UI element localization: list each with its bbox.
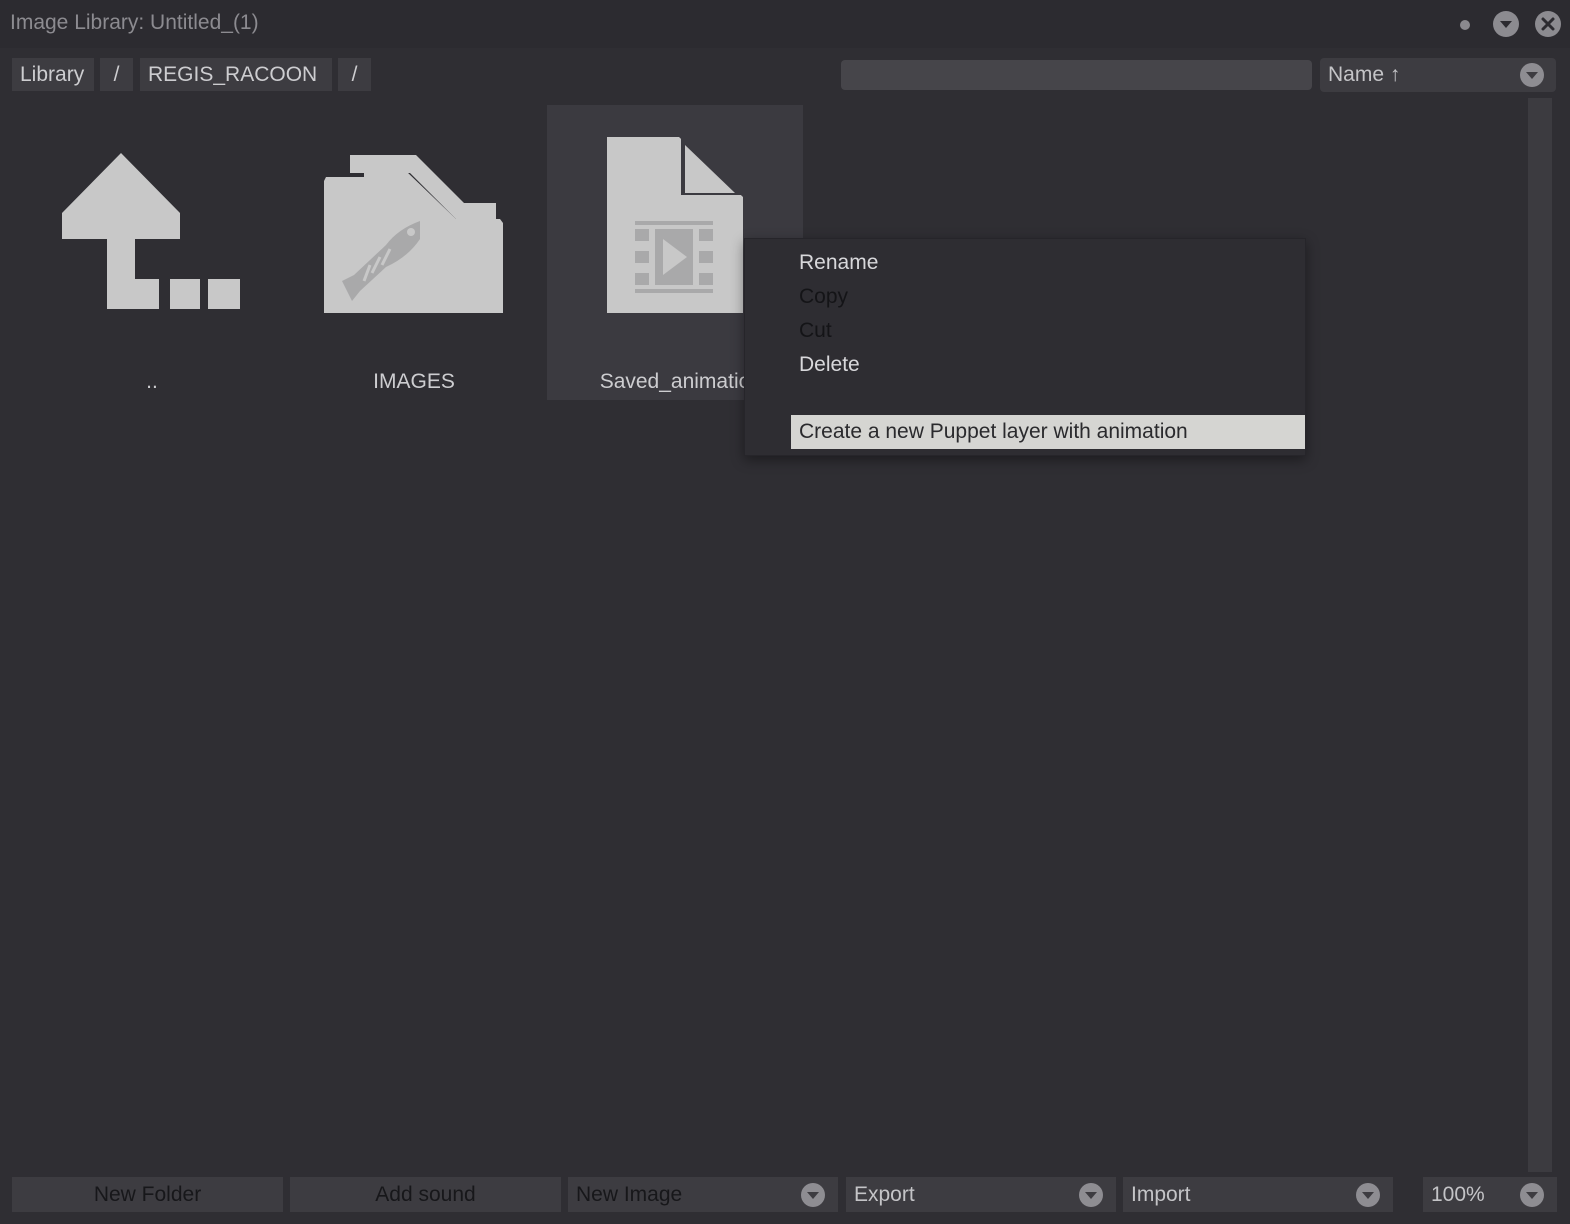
menu-item-copy[interactable]: Copy	[799, 285, 848, 309]
parent-folder-icon	[62, 153, 240, 309]
menu-item-create-puppet-layer[interactable]: Create a new Puppet layer with animation	[791, 415, 1305, 449]
zoom-label: 100%	[1431, 1183, 1485, 1206]
new-image-dropdown[interactable]: New Image	[568, 1177, 838, 1212]
new-image-label: New Image	[576, 1183, 683, 1206]
menu-item-rename[interactable]: Rename	[799, 251, 878, 275]
export-dropdown[interactable]: Export	[846, 1177, 1116, 1212]
chevron-down-icon	[1520, 1183, 1544, 1207]
sort-label: Name ↑	[1328, 63, 1401, 86]
title-bar: Image Library: Untitled_(1)	[0, 0, 1570, 48]
chevron-down-icon	[1500, 21, 1512, 28]
chevron-down-icon	[1356, 1183, 1380, 1207]
chevron-down-icon	[1520, 63, 1544, 87]
new-folder-button[interactable]: New Folder	[12, 1177, 283, 1212]
menu-item-delete[interactable]: Delete	[799, 353, 860, 377]
item-label: ..	[146, 370, 158, 393]
item-label: IMAGES	[373, 370, 455, 393]
breadcrumb-separator: /	[338, 58, 371, 91]
breadcrumb-regis-racoon[interactable]: REGIS_RACOON	[140, 58, 332, 91]
folder-icon	[324, 155, 503, 313]
window-menu-button[interactable]	[1493, 11, 1519, 37]
import-label: Import	[1131, 1183, 1191, 1206]
chevron-down-icon	[801, 1183, 825, 1207]
close-window-button[interactable]	[1535, 11, 1561, 37]
add-sound-button[interactable]: Add sound	[290, 1177, 561, 1212]
close-icon	[1541, 17, 1555, 31]
scrollbar-thumb[interactable]	[1528, 98, 1552, 1172]
list-item-images-folder[interactable]: IMAGES	[286, 105, 542, 400]
window-title: Image Library: Untitled_(1)	[10, 11, 259, 34]
sort-dropdown[interactable]: Name ↑	[1320, 58, 1556, 92]
context-menu: Rename Copy Cut Delete Create a new Pupp…	[744, 238, 1306, 456]
breadcrumb-library[interactable]: Library	[12, 58, 94, 91]
menu-item-cut[interactable]: Cut	[799, 319, 832, 343]
export-label: Export	[854, 1183, 915, 1206]
chevron-down-icon	[1079, 1183, 1103, 1207]
search-input[interactable]	[841, 60, 1312, 90]
list-item-parent-folder[interactable]: ..	[24, 105, 280, 400]
breadcrumb-separator: /	[100, 58, 133, 91]
import-dropdown[interactable]: Import	[1123, 1177, 1393, 1212]
status-dot-icon	[1460, 20, 1470, 30]
menu-item-label: Create a new Puppet layer with animation	[799, 420, 1188, 443]
zoom-dropdown[interactable]: 100%	[1423, 1177, 1557, 1212]
vertical-scrollbar[interactable]	[1528, 98, 1552, 1172]
